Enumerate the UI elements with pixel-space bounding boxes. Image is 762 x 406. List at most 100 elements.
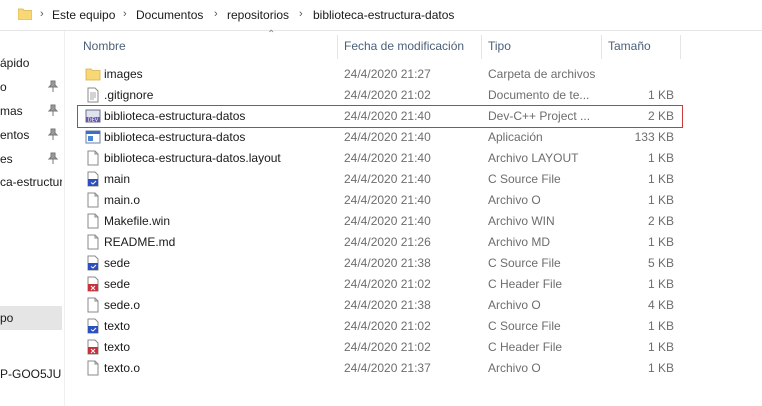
file-row[interactable]: images 24/4/2020 21:27 Carpeta de archivos (78, 64, 682, 85)
c-source-icon (85, 171, 101, 187)
address-bar[interactable]: › Este equipo › Documentos › repositorio… (0, 0, 762, 31)
file-row[interactable]: texto 24/4/2020 21:02 C Header File 1 KB (78, 337, 682, 358)
file-name: Makefile.win (104, 214, 171, 228)
file-row[interactable]: sede.o 24/4/2020 21:38 Archivo O 4 KB (78, 295, 682, 316)
blank-file-icon (85, 150, 101, 166)
pane-divider[interactable] (64, 31, 65, 406)
file-date: 24/4/2020 21:02 (344, 319, 431, 333)
file-size: 1 KB (647, 172, 674, 186)
nav-item-label: o (0, 80, 7, 94)
nav-item-pinned[interactable]: o (0, 77, 62, 97)
file-size: 1 KB (647, 88, 674, 102)
pin-icon (48, 128, 58, 140)
file-type: Archivo LAYOUT (488, 151, 579, 165)
file-name: texto (104, 340, 131, 354)
chevron-right-icon[interactable]: › (40, 8, 44, 20)
file-size: 1 KB (647, 235, 674, 249)
nav-item-label: ca-estructur (0, 175, 62, 189)
devcpp-project-icon: DEV (85, 108, 101, 124)
file-row[interactable]: Makefile.win 24/4/2020 21:40 Archivo WIN 2 … (78, 211, 682, 232)
file-name: biblioteca-estructura-datos (104, 109, 246, 123)
file-type: C Source File (488, 319, 561, 333)
column-size[interactable]: Tamaño (608, 39, 651, 53)
file-date: 24/4/2020 21:40 (344, 193, 431, 207)
file-row[interactable]: main 24/4/2020 21:40 C Source File 1 KB (78, 169, 682, 190)
nav-item-pinned[interactable]: entos (0, 125, 62, 145)
file-size: 1 KB (647, 319, 674, 333)
blank-file-icon (85, 192, 101, 208)
file-name: main.o (104, 193, 141, 207)
chevron-right-icon[interactable]: › (123, 8, 127, 20)
application-icon (85, 129, 101, 145)
file-date: 24/4/2020 21:02 (344, 88, 431, 102)
nav-item-network-pc[interactable]: P-GOO5JUH (0, 364, 62, 384)
column-date[interactable]: Fecha de modificación (344, 39, 464, 53)
file-name: .gitignore (104, 88, 154, 102)
file-date: 24/4/2020 21:02 (344, 277, 431, 291)
file-date: 24/4/2020 21:37 (344, 361, 431, 375)
nav-item-label: ápido (0, 56, 30, 70)
c-header-icon (85, 339, 101, 355)
file-size: 4 KB (647, 298, 674, 312)
nav-item-this-pc[interactable]: po (0, 306, 62, 330)
file-size: 1 KB (647, 193, 674, 207)
file-date: 24/4/2020 21:38 (344, 256, 431, 270)
nav-item-repo[interactable]: ca-estructur (0, 172, 62, 192)
file-size: 1 KB (647, 277, 674, 291)
blank-file-icon (85, 297, 101, 313)
file-row[interactable]: texto.o 24/4/2020 21:37 Archivo O 1 KB (78, 358, 682, 379)
column-separator[interactable] (601, 35, 602, 59)
file-size: 5 KB (647, 256, 674, 270)
file-size: 2 KB (647, 214, 674, 228)
file-name: images (104, 67, 143, 81)
file-name: sede (104, 256, 131, 270)
file-type: C Header File (488, 277, 563, 291)
file-row[interactable]: texto 24/4/2020 21:02 C Source File 1 KB (78, 316, 682, 337)
column-type[interactable]: Tipo (488, 39, 511, 53)
navigation-pane: ápido o mas entos es ca-estructur po P-G… (0, 31, 62, 406)
nav-item-pinned[interactable]: es (0, 149, 62, 169)
file-type: Archivo O (488, 298, 541, 312)
sort-ascending-icon: ⌃ (267, 29, 276, 40)
column-name[interactable]: Nombre (83, 39, 126, 53)
file-name: texto.o (104, 361, 141, 375)
file-type: Dev-C++ Project ... (488, 109, 591, 123)
file-type: C Header File (488, 340, 563, 354)
breadcrumb-repositorios[interactable]: repositorios (227, 8, 289, 22)
nav-item-pinned[interactable]: mas (0, 101, 62, 121)
file-name: biblioteca-estructura-datos.layout (104, 151, 281, 165)
file-name: sede (104, 277, 131, 291)
file-row[interactable]: .gitignore 24/4/2020 21:02 Documento de te… (78, 85, 682, 106)
breadcrumb-este-equipo[interactable]: Este equipo (52, 8, 115, 22)
file-name: README.md (104, 235, 176, 249)
column-separator[interactable] (337, 35, 338, 59)
column-header: ⌃ Nombre Fecha de modificación Tipo Tama… (65, 29, 762, 61)
nav-item-quick-access[interactable]: ápido (0, 53, 62, 73)
folder-icon (85, 66, 101, 82)
nav-item-label: entos (0, 128, 30, 142)
file-row[interactable]: README.md 24/4/2020 21:26 Archivo MD 1 KB (78, 232, 682, 253)
column-separator[interactable] (680, 35, 681, 59)
file-row[interactable]: sede 24/4/2020 21:02 C Header File 1 KB (78, 274, 682, 295)
file-size: 133 KB (634, 130, 674, 144)
file-row[interactable]: biblioteca-estructura-datos 24/4/2020 21:… (78, 127, 682, 148)
file-row[interactable]: biblioteca-estructura-datos.layout 24/4/2… (78, 148, 682, 169)
pin-icon (48, 104, 58, 116)
chevron-right-icon[interactable]: › (299, 8, 303, 20)
chevron-right-icon[interactable]: › (214, 8, 218, 20)
file-name: main (104, 172, 131, 186)
file-size: 1 KB (647, 151, 674, 165)
file-date: 24/4/2020 21:26 (344, 235, 431, 249)
breadcrumb-documentos[interactable]: Documentos (136, 8, 203, 22)
text-file-icon (85, 87, 101, 103)
file-name: texto (104, 319, 131, 333)
column-separator[interactable] (481, 35, 482, 59)
breadcrumb-current-folder[interactable]: biblioteca-estructura-datos (313, 8, 454, 22)
file-type: Aplicación (488, 130, 543, 144)
file-row[interactable]: main.o 24/4/2020 21:40 Archivo O 1 KB (78, 190, 682, 211)
c-source-icon (85, 318, 101, 334)
file-row[interactable]: DEV biblioteca-estructura-datos 24/4/2020 … (77, 105, 683, 128)
file-date: 24/4/2020 21:40 (344, 214, 431, 228)
file-row[interactable]: sede 24/4/2020 21:38 C Source File 5 KB (78, 253, 682, 274)
nav-item-label: mas (0, 104, 23, 118)
